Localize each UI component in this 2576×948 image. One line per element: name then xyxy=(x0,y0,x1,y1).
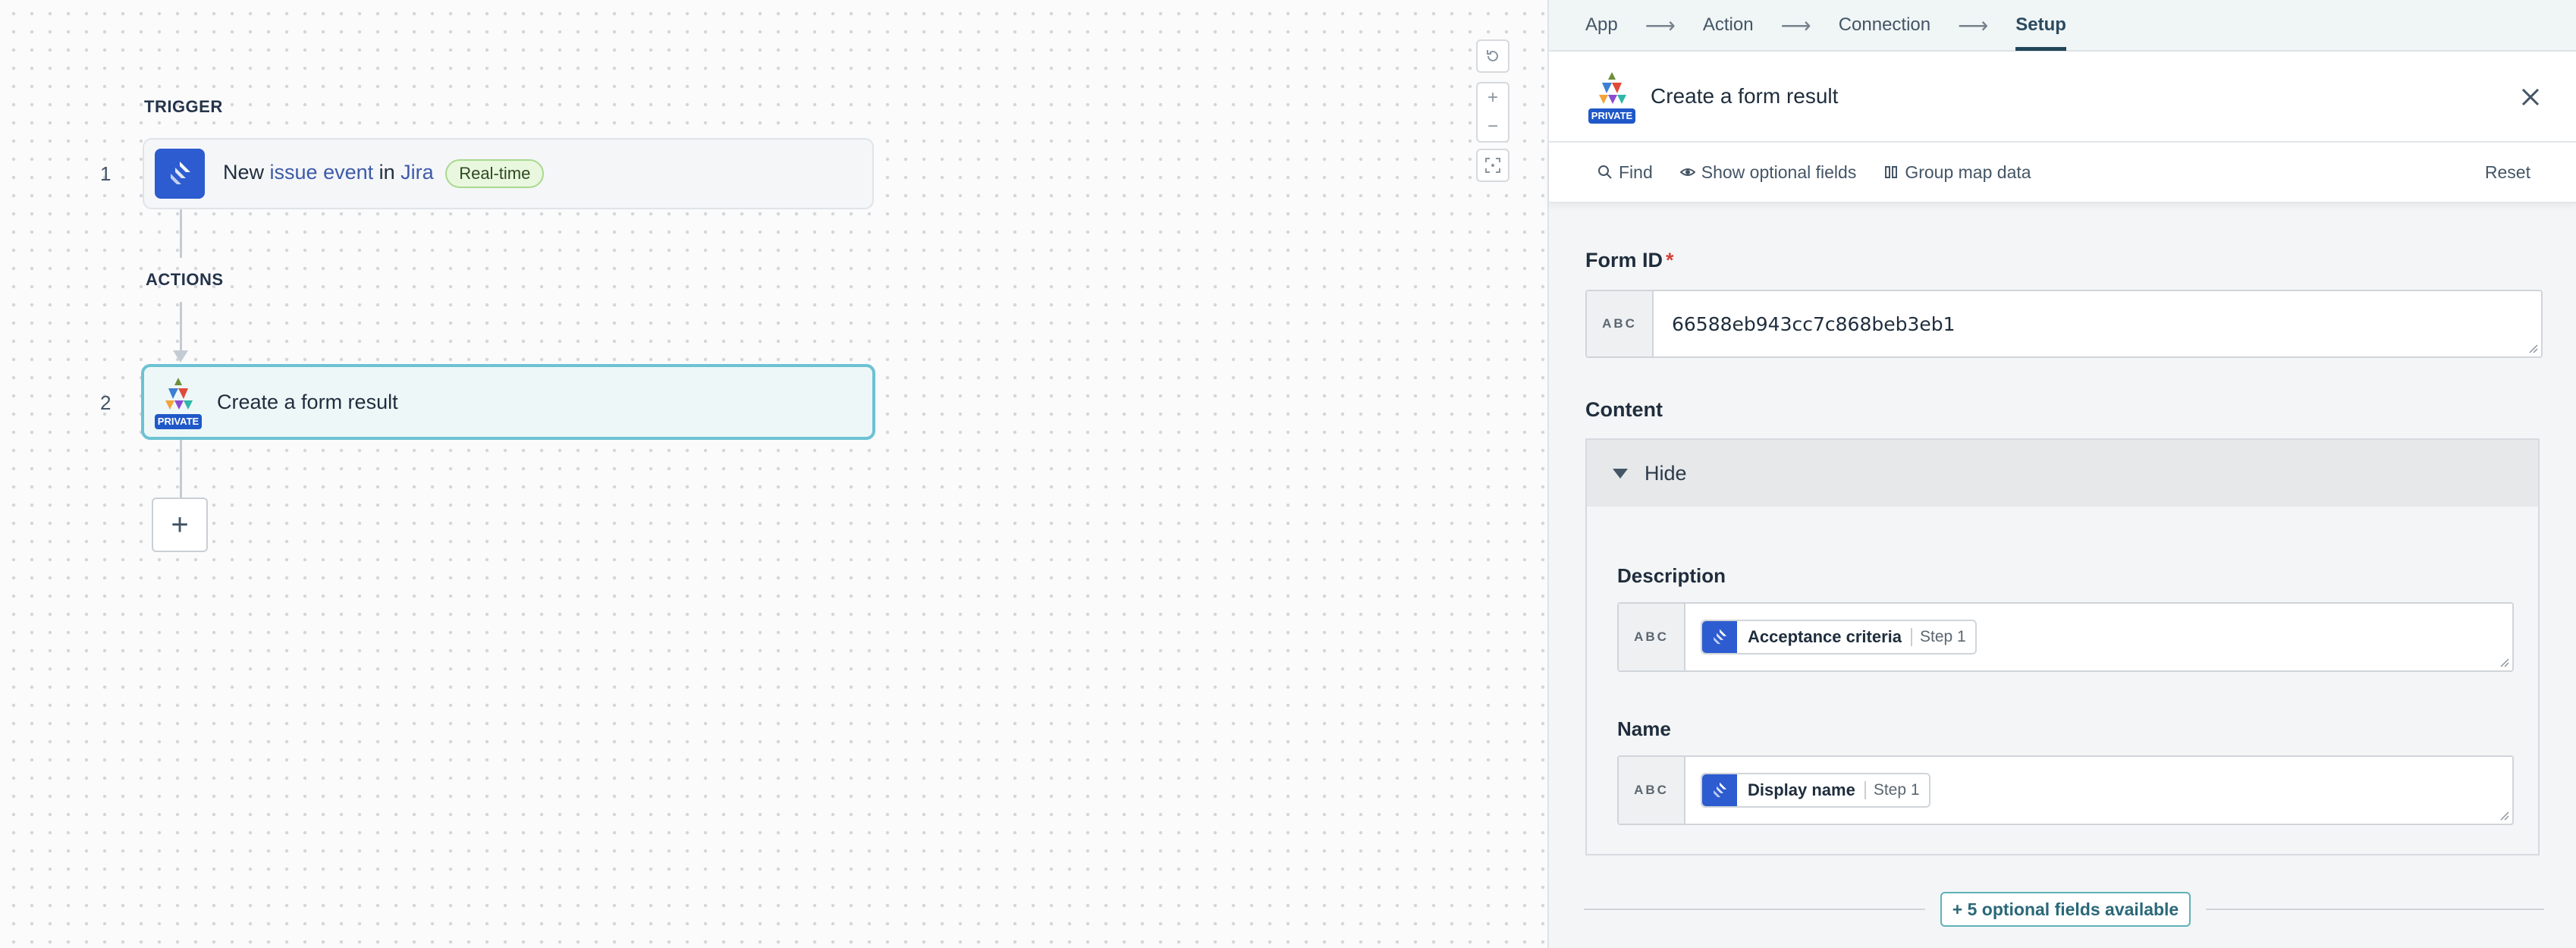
jira-icon xyxy=(155,149,205,199)
stepper-app[interactable]: App xyxy=(1585,0,1618,51)
datapill-acceptance-criteria[interactable]: Acceptance criteria Step 1 xyxy=(1701,620,1977,654)
actions-section-label: ACTIONS xyxy=(146,270,224,289)
text-type-tag: ABC xyxy=(1587,291,1654,356)
fit-view-icon xyxy=(1485,158,1500,173)
stepper-action[interactable]: Action xyxy=(1703,0,1754,51)
divider xyxy=(2206,909,2544,910)
resize-handle-icon[interactable] xyxy=(2527,343,2538,353)
close-icon xyxy=(2521,88,2540,106)
search-icon xyxy=(1598,165,1612,179)
name-label: Name xyxy=(1617,717,1671,740)
workflow-canvas[interactable]: TRIGGER 1 New issue event in Jira Real-t… xyxy=(0,0,1547,948)
close-button[interactable] xyxy=(2515,82,2546,112)
connector-line xyxy=(180,440,182,498)
connector-line xyxy=(180,302,182,352)
panel-title: Create a form result xyxy=(1651,84,1839,108)
private-tag: PRIVATE xyxy=(1588,108,1635,124)
step-config-panel: App ⟶ Action ⟶ Connection ⟶ Setup PRIVAT… xyxy=(1547,0,2576,948)
trigger-app-link: Jira xyxy=(401,161,434,184)
text-type-tag: ABC xyxy=(1619,757,1685,824)
jira-icon xyxy=(1702,774,1737,806)
form-area: Form ID * ABC 66588eb943cc7c868beb3eb1 Co… xyxy=(1549,205,2576,948)
trigger-step-card[interactable]: New issue event in Jira Real-time xyxy=(143,138,874,209)
content-toggle[interactable]: Hide xyxy=(1587,440,2538,507)
action-step-title: Create a form result xyxy=(217,390,398,413)
datapill-display-name[interactable]: Display name Step 1 xyxy=(1701,773,1930,808)
trigger-middle: in xyxy=(379,161,395,184)
columns-icon xyxy=(1885,166,1898,178)
zoom-controls: + − xyxy=(1476,82,1509,143)
resize-handle-icon[interactable] xyxy=(2499,657,2509,667)
name-field[interactable]: ABC Display name Step 1 xyxy=(1617,755,2514,825)
trigger-event-link: issue event xyxy=(269,161,374,184)
content-toggle-label: Hide xyxy=(1645,461,1687,485)
eye-icon xyxy=(1679,168,1695,176)
add-step-button[interactable]: + xyxy=(152,498,208,552)
trigger-step-text: New issue event in Jira Real-time xyxy=(223,159,545,188)
private-app-icon: PRIVATE xyxy=(1588,69,1635,124)
connector-arrow xyxy=(173,350,188,363)
text-type-tag: ABC xyxy=(1619,604,1685,670)
step-number: 1 xyxy=(100,162,112,185)
caret-down-icon xyxy=(1613,468,1628,479)
group-map-label: Group map data xyxy=(1905,162,2031,182)
form-id-label-text: Form ID xyxy=(1585,249,1663,272)
setup-stepper: App ⟶ Action ⟶ Connection ⟶ Setup xyxy=(1549,0,2576,52)
required-mark: * xyxy=(1666,249,1674,272)
datapill-label: Display name xyxy=(1748,780,1855,799)
find-button[interactable]: Find xyxy=(1597,162,1653,183)
divider xyxy=(1584,909,1925,910)
content-label: Content xyxy=(1585,398,1663,421)
realtime-badge: Real-time xyxy=(445,159,545,188)
datapill-label: Acceptance criteria xyxy=(1748,627,1902,646)
stepper-arrow: ⟶ xyxy=(1645,13,1676,37)
reset-view-button[interactable] xyxy=(1476,39,1509,73)
show-optional-fields-button[interactable]: Show optional fields xyxy=(1679,162,1857,183)
trigger-prefix: New xyxy=(223,161,265,184)
stepper-arrow: ⟶ xyxy=(1780,13,1811,37)
private-tag: PRIVATE xyxy=(155,414,202,429)
trigger-section-label: TRIGGER xyxy=(144,97,223,116)
stepper-arrow: ⟶ xyxy=(1958,13,1989,37)
zoom-out-button[interactable]: − xyxy=(1487,112,1498,141)
private-app-icon: PRIVATE xyxy=(155,375,202,429)
find-label: Find xyxy=(1619,162,1653,182)
fit-view-button[interactable] xyxy=(1476,149,1509,182)
panel-toolbar: Find Show optional fields Group map data… xyxy=(1549,143,2576,203)
action-step-card[interactable]: PRIVATE Create a form result xyxy=(141,364,875,440)
group-map-data-button[interactable]: Group map data xyxy=(1883,162,2031,183)
optional-fields-button[interactable]: + 5 optional fields available xyxy=(1940,892,2191,927)
description-label: Description xyxy=(1617,564,1726,587)
reset-button[interactable]: Reset xyxy=(2485,162,2530,183)
description-field[interactable]: ABC Acceptance criteria Step 1 xyxy=(1617,602,2514,672)
stepper-connection[interactable]: Connection xyxy=(1839,0,1930,51)
rotate-ccw-icon xyxy=(1487,50,1498,61)
form-id-field[interactable]: ABC 66588eb943cc7c868beb3eb1 xyxy=(1585,290,2543,358)
stepper-setup[interactable]: Setup xyxy=(2015,0,2066,51)
resize-handle-icon[interactable] xyxy=(2499,810,2509,821)
show-optional-label: Show optional fields xyxy=(1701,162,1857,182)
connector-line xyxy=(180,209,182,258)
panel-header: PRIVATE Create a form result xyxy=(1549,52,2576,143)
zoom-in-button[interactable]: + xyxy=(1487,83,1498,112)
form-id-label: Form ID * xyxy=(1585,249,1674,272)
step-number: 2 xyxy=(100,391,112,414)
datapill-step: Step 1 xyxy=(1911,628,1966,646)
form-id-value: 66588eb943cc7c868beb3eb1 xyxy=(1672,312,1956,335)
datapill-step: Step 1 xyxy=(1864,781,1920,799)
content-group: Hide Description ABC Acceptance criteria… xyxy=(1585,438,2540,855)
jira-icon xyxy=(1702,621,1737,653)
